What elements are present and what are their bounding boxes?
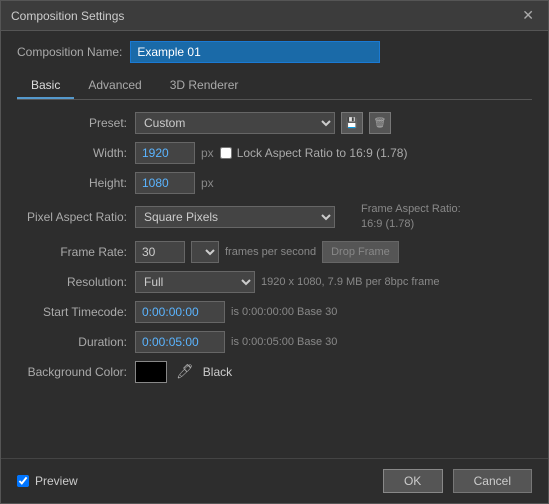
- framerate-input[interactable]: [135, 241, 185, 263]
- form-grid: Preset: Custom HDTV 1080 25 HDTV 1080 30…: [17, 112, 532, 452]
- duration-row: Duration: is 0:00:05:00 Base 30: [17, 331, 532, 353]
- duration-label: Duration:: [17, 335, 127, 349]
- preset-select[interactable]: Custom HDTV 1080 25 HDTV 1080 30: [135, 112, 335, 134]
- resolution-control: Full Half Third Quarter Custom 1920 x 10…: [135, 271, 440, 293]
- background-color-name: Black: [203, 365, 232, 379]
- lock-aspect-label: Lock Aspect Ratio to 16:9 (1.78): [237, 146, 408, 160]
- preset-row: Preset: Custom HDTV 1080 25 HDTV 1080 30…: [17, 112, 532, 134]
- lock-aspect-row: Lock Aspect Ratio to 16:9 (1.78): [220, 146, 408, 160]
- preset-delete-btn[interactable]: 🗑: [369, 112, 391, 134]
- resolution-label: Resolution:: [17, 275, 127, 289]
- drop-frame-button[interactable]: Drop Frame: [322, 241, 399, 263]
- dialog-footer: Preview OK Cancel: [1, 458, 548, 503]
- start-timecode-label: Start Timecode:: [17, 305, 127, 319]
- pixel-aspect-row: Pixel Aspect Ratio: Square Pixels D1/DV …: [17, 202, 532, 233]
- comp-name-input[interactable]: [130, 41, 380, 63]
- footer-right: OK Cancel: [383, 469, 532, 493]
- height-input[interactable]: [135, 172, 195, 194]
- height-control: px: [135, 172, 214, 194]
- preview-label: Preview: [35, 474, 78, 488]
- pixel-aspect-control: Square Pixels D1/DV NTSC D1/DV PAL Frame…: [135, 202, 461, 233]
- duration-info: is 0:00:05:00 Base 30: [231, 336, 337, 348]
- frame-aspect-label: Frame Aspect Ratio:: [361, 203, 461, 215]
- duration-input[interactable]: [135, 331, 225, 353]
- background-color-swatch[interactable]: [135, 361, 167, 383]
- resolution-row: Resolution: Full Half Third Quarter Cust…: [17, 271, 532, 293]
- height-label: Height:: [17, 176, 127, 190]
- height-row: Height: px: [17, 172, 532, 194]
- tab-advanced[interactable]: Advanced: [74, 73, 155, 99]
- start-timecode-input[interactable]: [135, 301, 225, 323]
- framerate-unit: frames per second: [225, 246, 316, 258]
- ok-button[interactable]: OK: [383, 469, 443, 493]
- tab-basic[interactable]: Basic: [17, 73, 74, 99]
- eyedropper-button[interactable]: 🖊: [173, 363, 197, 380]
- background-color-row: Background Color: 🖊 Black: [17, 361, 532, 383]
- framerate-row: Frame Rate: ▼ frames per second Drop Fra…: [17, 241, 532, 263]
- tabs: Basic Advanced 3D Renderer: [17, 73, 532, 100]
- width-control: px Lock Aspect Ratio to 16:9 (1.78): [135, 142, 407, 164]
- pixel-aspect-label: Pixel Aspect Ratio:: [17, 210, 127, 224]
- start-timecode-info: is 0:00:00:00 Base 30: [231, 306, 337, 318]
- preview-checkbox[interactable]: [17, 475, 29, 487]
- framerate-label: Frame Rate:: [17, 245, 127, 259]
- tab-3d-renderer[interactable]: 3D Renderer: [156, 73, 253, 99]
- resolution-info: 1920 x 1080, 7.9 MB per 8bpc frame: [261, 276, 440, 288]
- height-unit: px: [201, 176, 214, 190]
- width-label: Width:: [17, 146, 127, 160]
- framerate-control: ▼ frames per second Drop Frame: [135, 241, 399, 263]
- lock-aspect-checkbox[interactable]: [220, 147, 232, 159]
- comp-name-row: Composition Name:: [17, 41, 532, 63]
- cancel-button[interactable]: Cancel: [453, 469, 532, 493]
- preset-control: Custom HDTV 1080 25 HDTV 1080 30 💾 🗑: [135, 112, 391, 134]
- footer-left: Preview: [17, 474, 78, 488]
- dialog-body: Composition Name: Basic Advanced 3D Rend…: [1, 31, 548, 458]
- background-color-control: 🖊 Black: [135, 361, 232, 383]
- duration-control: is 0:00:05:00 Base 30: [135, 331, 337, 353]
- preset-label: Preset:: [17, 116, 127, 130]
- composition-settings-dialog: Composition Settings ✕ Composition Name:…: [0, 0, 549, 504]
- width-row: Width: px Lock Aspect Ratio to 16:9 (1.7…: [17, 142, 532, 164]
- title-bar: Composition Settings ✕: [1, 1, 548, 31]
- frame-aspect-value: 16:9 (1.78): [361, 218, 414, 230]
- start-timecode-control: is 0:00:00:00 Base 30: [135, 301, 337, 323]
- resolution-select[interactable]: Full Half Third Quarter Custom: [135, 271, 255, 293]
- preset-save-btn[interactable]: 💾: [341, 112, 363, 134]
- comp-name-label: Composition Name:: [17, 45, 122, 59]
- close-button[interactable]: ✕: [518, 7, 538, 24]
- dialog-title: Composition Settings: [11, 9, 124, 23]
- background-color-label: Background Color:: [17, 365, 127, 379]
- frame-aspect-box: Frame Aspect Ratio: 16:9 (1.78): [361, 202, 461, 233]
- start-timecode-row: Start Timecode: is 0:00:00:00 Base 30: [17, 301, 532, 323]
- width-unit: px: [201, 146, 214, 160]
- width-input[interactable]: [135, 142, 195, 164]
- pixel-aspect-select[interactable]: Square Pixels D1/DV NTSC D1/DV PAL: [135, 206, 335, 228]
- framerate-dropdown[interactable]: ▼: [191, 241, 219, 263]
